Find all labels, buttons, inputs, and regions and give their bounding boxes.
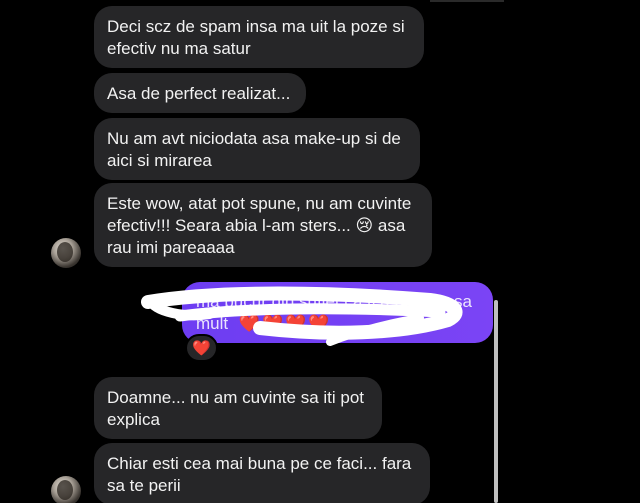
received-message[interactable]: Asa de perfect realizat... bbox=[94, 73, 306, 113]
sent-message[interactable]: ma bucur din suflet ca ti a placut asa m… bbox=[182, 282, 493, 343]
received-message[interactable]: Este wow, atat pot spune, nu am cuvinte … bbox=[94, 183, 432, 267]
contact-avatar[interactable] bbox=[51, 238, 81, 268]
contact-avatar[interactable] bbox=[51, 476, 81, 503]
sent-message-text: ma bucur din suflet ca ti a placut asa bbox=[196, 292, 472, 311]
divider bbox=[430, 0, 504, 2]
received-message[interactable]: Nu am avt niciodata asa make-up si de ai… bbox=[94, 118, 420, 180]
scrollbar[interactable] bbox=[494, 300, 498, 503]
sent-message-text-line2: mult bbox=[196, 314, 229, 333]
heart-reaction[interactable]: ❤️ bbox=[185, 334, 218, 362]
received-message[interactable]: Doamne... nu am cuvinte sa iti pot expli… bbox=[94, 377, 382, 439]
hearts-emoji: ❤️❤️❤️❤️ bbox=[238, 314, 332, 333]
heart-icon: ❤️ bbox=[192, 340, 211, 357]
received-message[interactable]: Chiar esti cea mai buna pe ce faci... fa… bbox=[94, 443, 430, 503]
chat-thread: Deci scz de spam insa ma uit la poze si … bbox=[0, 0, 640, 503]
received-message[interactable]: Deci scz de spam insa ma uit la poze si … bbox=[94, 6, 424, 68]
